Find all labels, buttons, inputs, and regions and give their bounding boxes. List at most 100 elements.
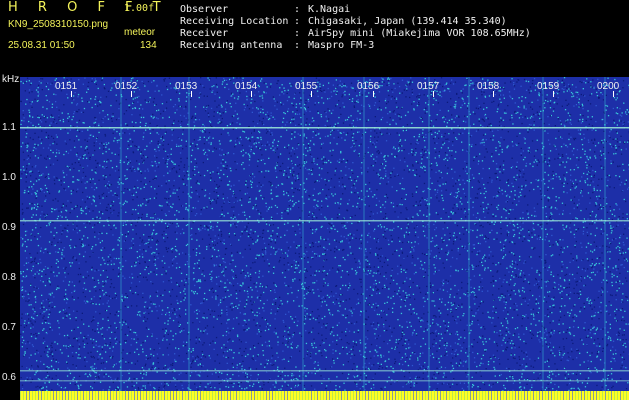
- vertical-streak: [188, 77, 190, 400]
- bottom-band-stripe: [62, 391, 63, 400]
- bottom-band-stripe: [452, 391, 453, 400]
- vertical-streak: [363, 77, 365, 400]
- bottom-band-stripe: [95, 391, 96, 400]
- bottom-band-stripe: [170, 391, 171, 400]
- x-tick-label: 0152: [115, 81, 138, 92]
- bottom-band-stripe: [122, 391, 123, 400]
- bottom-band-stripe: [524, 391, 525, 400]
- bottom-band-stripe: [395, 391, 396, 400]
- bottom-band-stripe: [188, 391, 189, 400]
- bottom-band-stripe: [314, 391, 315, 400]
- info-key: Receiving Location: [180, 16, 289, 27]
- bottom-band-stripe: [296, 391, 297, 400]
- y-tick-label: 0.6: [2, 372, 16, 383]
- bottom-band-stripe: [134, 391, 135, 400]
- bottom-band-stripe: [176, 391, 177, 400]
- y-tick-label: 1.0: [2, 172, 16, 183]
- x-tick-label: 0151: [55, 81, 78, 92]
- bottom-band-stripe: [35, 391, 36, 400]
- x-tick-label: 0200: [597, 81, 620, 92]
- bottom-band-stripe: [233, 391, 234, 400]
- bottom-band-stripe: [83, 391, 84, 400]
- bottom-band-stripe: [359, 391, 360, 400]
- info-key: Receiver: [180, 28, 229, 39]
- bottom-band-stripe: [425, 391, 426, 400]
- bottom-band-stripe: [161, 391, 162, 400]
- y-tick-label: 0.7: [2, 322, 16, 333]
- bottom-band-stripe: [476, 391, 477, 400]
- carrier-line: [20, 380, 629, 382]
- bottom-band-stripe: [398, 391, 399, 400]
- bottom-band-stripe: [557, 391, 558, 400]
- bottom-band-stripe: [41, 391, 42, 400]
- y-tick-label: 0.9: [2, 222, 16, 233]
- bottom-band-stripe: [560, 391, 561, 400]
- bottom-band-stripe: [599, 391, 600, 400]
- bottom-band-stripe: [569, 391, 570, 400]
- bottom-band-stripe: [53, 391, 54, 400]
- vertical-streak: [604, 77, 606, 400]
- bottom-band-stripe: [149, 391, 150, 400]
- bottom-band-stripe: [527, 391, 528, 400]
- bottom-band-stripe: [140, 391, 141, 400]
- bottom-band-stripe: [554, 391, 555, 400]
- bottom-band-stripe: [116, 391, 117, 400]
- bottom-band-stripe: [203, 391, 204, 400]
- bottom-band-stripe: [347, 391, 348, 400]
- bottom-band-stripe: [530, 391, 531, 400]
- bottom-band-stripe: [596, 391, 597, 400]
- bottom-band-stripe: [209, 391, 210, 400]
- bottom-band-stripe: [23, 391, 24, 400]
- bottom-band-stripe: [155, 391, 156, 400]
- bottom-band-stripe: [104, 391, 105, 400]
- bottom-band-stripe: [413, 391, 414, 400]
- bottom-band-stripe: [32, 391, 33, 400]
- bottom-band-stripe: [326, 391, 327, 400]
- bottom-band-stripe: [38, 391, 39, 400]
- bottom-band-stripe: [251, 391, 252, 400]
- bottom-band-stripe: [86, 391, 87, 400]
- bottom-band-stripe: [110, 391, 111, 400]
- info-sep: :: [294, 28, 301, 39]
- bottom-band-stripe: [581, 391, 582, 400]
- bottom-band-stripe: [365, 391, 366, 400]
- bottom-band-stripe: [509, 391, 510, 400]
- bottom-band-stripe: [551, 391, 552, 400]
- bottom-band-stripe: [518, 391, 519, 400]
- bottom-band-stripe: [482, 391, 483, 400]
- bottom-band-stripe: [311, 391, 312, 400]
- bottom-band-stripe: [212, 391, 213, 400]
- bottom-band-stripe: [179, 391, 180, 400]
- bottom-band-stripe: [500, 391, 501, 400]
- bottom-band-stripe: [143, 391, 144, 400]
- bottom-band-stripe: [302, 391, 303, 400]
- x-tick-label: 0153: [175, 81, 198, 92]
- bottom-band-stripe: [20, 391, 21, 400]
- info-value: Chigasaki, Japan (139.414 35.340): [308, 16, 507, 27]
- bottom-band-stripe: [422, 391, 423, 400]
- x-tick-label: 0155: [295, 81, 318, 92]
- spectrogram: [20, 77, 629, 400]
- bottom-band-stripe: [167, 391, 168, 400]
- bottom-band-stripe: [386, 391, 387, 400]
- bottom-band-stripe: [206, 391, 207, 400]
- bottom-band-stripe: [341, 391, 342, 400]
- bottom-band-stripe: [440, 391, 441, 400]
- vertical-streak: [468, 77, 470, 400]
- bottom-band-stripe: [485, 391, 486, 400]
- bottom-band-stripe: [56, 391, 57, 400]
- x-tick-label: 0159: [537, 81, 560, 92]
- bottom-band-stripe: [77, 391, 78, 400]
- bottom-band-stripe: [410, 391, 411, 400]
- info-sep: :: [294, 40, 301, 51]
- bottom-band-stripe: [470, 391, 471, 400]
- bottom-band-stripe: [437, 391, 438, 400]
- bottom-band-stripe: [158, 391, 159, 400]
- carrier-line: [20, 370, 629, 372]
- bottom-band-stripe: [242, 391, 243, 400]
- bottom-band-stripe: [497, 391, 498, 400]
- bottom-band-stripe: [146, 391, 147, 400]
- bottom-band-stripe: [260, 391, 261, 400]
- bottom-band-stripe: [263, 391, 264, 400]
- bottom-band-stripe: [491, 391, 492, 400]
